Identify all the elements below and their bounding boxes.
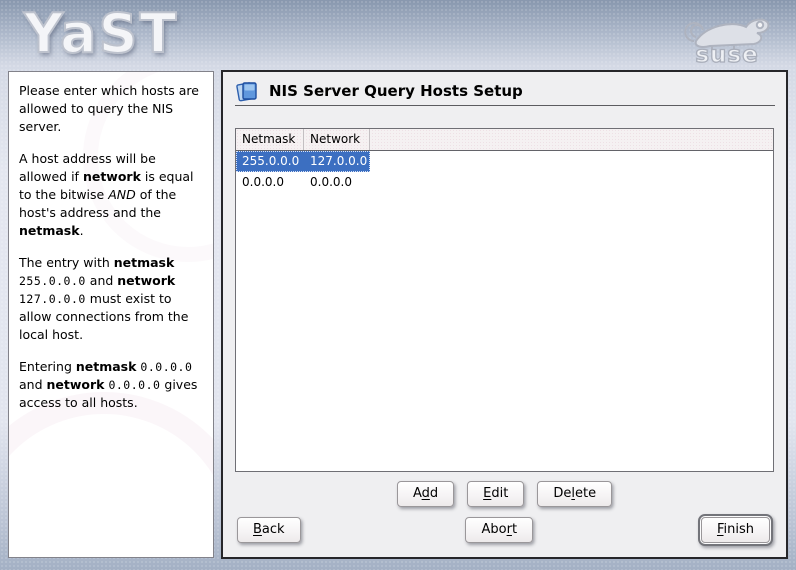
edit-button[interactable]: Edit [467,481,525,507]
table-row[interactable]: 255.0.0.0 127.0.0.0 [236,151,773,172]
table-cell: 0.0.0.0 [242,175,284,189]
table-cell: 255.0.0.0 [242,154,300,168]
watermark-circle [9,392,213,557]
add-button[interactable]: Add [396,481,455,507]
wizard-actions: Back Abort Finish [237,514,773,546]
column-header-network[interactable]: Network [304,129,370,150]
table-header-row: Netmask Network [236,129,773,151]
help-paragraph: A host address will be allowed if networ… [19,151,194,238]
help-text: Please enter which hosts are allowed to … [9,72,213,412]
documents-icon [236,82,257,102]
abort-button[interactable]: Abort [465,517,534,543]
finish-button[interactable]: Finish [700,517,770,543]
help-panel: Please enter which hosts are allowed to … [8,71,214,558]
yast-logo: YaST [23,1,179,66]
help-paragraph: Entering netmask 0.0.0.0 and network 0.0… [19,359,198,410]
table-row[interactable]: 0.0.0.0 0.0.0.0 [236,172,773,193]
delete-button[interactable]: Delete [537,481,613,507]
table-actions: Add Edit Delete [223,481,786,507]
table-cell: 127.0.0.0 [310,154,368,168]
query-hosts-table: Netmask Network 255.0.0.0 127.0.0.0 0.0.0.… [235,128,774,472]
dialog-heading: NIS Server Query Hosts Setup [235,79,523,103]
column-header-netmask[interactable]: Netmask [236,129,304,150]
default-button-ring: Finish [697,514,773,546]
table-cell: 0.0.0.0 [310,175,352,189]
help-paragraph: Please enter which hosts are allowed to … [19,83,199,134]
back-button[interactable]: Back [237,517,301,543]
suse-logo-text: suse [695,42,758,66]
wizard-panel: NIS Server Query Hosts Setup Netmask Net… [221,70,788,559]
table-body: 255.0.0.0 127.0.0.0 0.0.0.0 0.0.0.0 [236,151,773,193]
suse-chameleon-logo: suse [684,18,770,66]
page-title: NIS Server Query Hosts Setup [269,82,523,100]
column-header-filler [370,129,773,150]
top-banner: YaST suse [0,0,796,68]
help-paragraph: The entry with netmask 255.0.0.0 and net… [19,255,189,342]
title-separator [235,105,775,106]
